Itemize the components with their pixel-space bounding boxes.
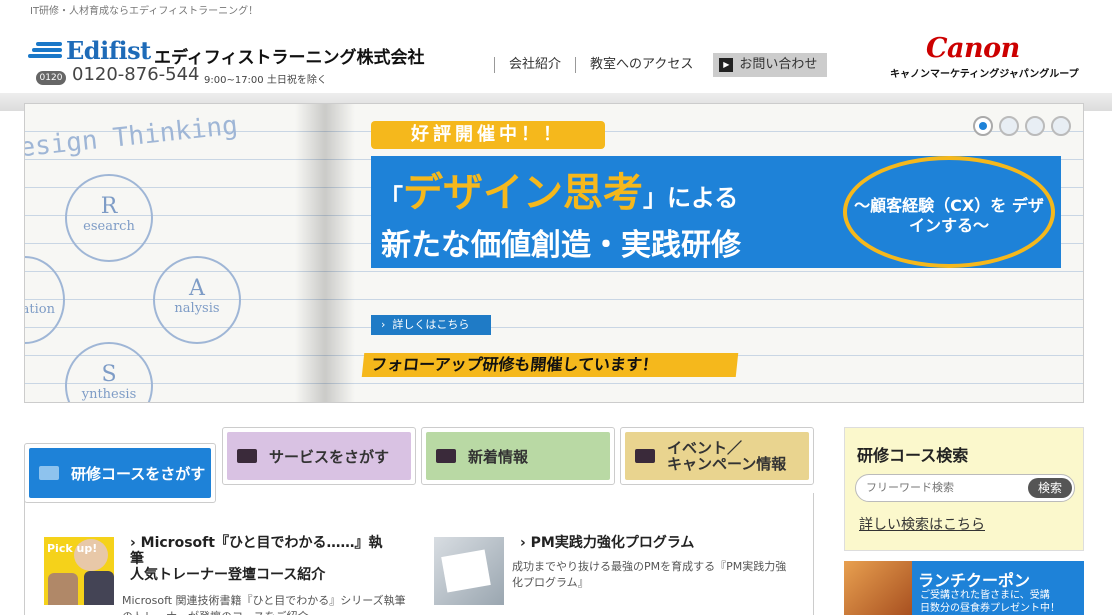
lunch-description: ご受講された皆さまに、受講 日数分の昼食券プレゼント中！ bbox=[920, 589, 1060, 615]
chevron-right-icon: ▶ bbox=[719, 58, 734, 72]
tab-events[interactable]: イベント／ キャンペーン情報 bbox=[620, 427, 814, 485]
lunch-coupon-banner[interactable]: ランチクーポン ご受講された皆さまに、受講 日数分の昼食券プレゼント中！ bbox=[844, 561, 1084, 615]
sketch-circle-letter: R bbox=[100, 194, 118, 219]
slide-dot[interactable] bbox=[1025, 116, 1045, 136]
search-input[interactable] bbox=[866, 481, 1016, 494]
nav-access[interactable]: 教室へのアクセス bbox=[575, 57, 707, 73]
sketch-circle-word: nalysis bbox=[174, 301, 220, 316]
logo-mark-icon bbox=[28, 42, 64, 60]
phone-number: 0120-876-544 bbox=[72, 64, 200, 85]
hero-headline: 「デザイン思考」による bbox=[379, 160, 738, 218]
canon-group-label: キャノンマーケティングジャパングループ bbox=[890, 69, 1079, 80]
course-search-box: 研修コース検索 検索 詳しい検索はこちら bbox=[844, 427, 1084, 551]
news-title-text: PM実践力強化プログラム bbox=[530, 535, 695, 551]
advanced-search-link[interactable]: 詳しい検索はこちら bbox=[859, 514, 985, 534]
followup-banner: フォローアップ研修も開催しています！ bbox=[361, 353, 739, 377]
sketch-circle-word: ation bbox=[24, 302, 55, 317]
lunch-title: ランチクーポン bbox=[918, 571, 1031, 590]
site-logo[interactable]: Edifist エディフィストラーニング株式会社 0120 0120-876-5… bbox=[28, 36, 428, 90]
news-title-line2: 筆 bbox=[130, 551, 144, 567]
news-description: Microsoft 関連技術書籍『ひと目でわかる』シリーズ執筆のトレーナーが登壇… bbox=[122, 594, 406, 615]
top-navigation: 会社紹介 教室へのアクセス ▶ お問い合わせ bbox=[494, 53, 828, 77]
folder-icon bbox=[635, 449, 655, 463]
sketch-circle-letter: S bbox=[101, 362, 117, 387]
tab-course-search[interactable]: 研修コースをさがす bbox=[24, 443, 216, 503]
business-hours: 9:00~17:00 土日祝を除く bbox=[204, 75, 327, 86]
logo-text-en: Edifist bbox=[66, 36, 151, 65]
lunch-desc-line1: ご受講された皆さまに、受講 bbox=[920, 590, 1050, 601]
now-open-badge: 好評開催中！！ bbox=[371, 121, 605, 149]
news-title[interactable]: › Microsoft『ひと目でわかる……』執 筆 人気トレーナー登壇コース紹介 bbox=[130, 535, 383, 583]
folder-icon bbox=[237, 449, 257, 463]
headline-open-bracket: 「 bbox=[379, 184, 403, 212]
slide-dot[interactable] bbox=[1051, 116, 1071, 136]
site-tagline: IT研修・人材育成ならエディフィストラーニング！ bbox=[30, 6, 259, 17]
sketch-circle-word: esearch bbox=[83, 219, 135, 234]
contact-label: お問い合わせ bbox=[739, 57, 818, 72]
free-dial-icon: 0120 bbox=[36, 71, 66, 85]
pm-thumbnail bbox=[434, 537, 504, 605]
news-title-line1: Microsoft『ひと目でわかる……』執 bbox=[140, 535, 383, 551]
tab-label: 研修コースをさがす bbox=[71, 464, 206, 483]
tab-news[interactable]: 新着情報 bbox=[421, 427, 615, 485]
tab-label-line2: キャンペーン情報 bbox=[667, 455, 787, 473]
folder-icon bbox=[436, 449, 456, 463]
slide-dot[interactable] bbox=[999, 116, 1019, 136]
tab-label: 新着情報 bbox=[468, 447, 529, 466]
tab-service-search[interactable]: サービスをさがす bbox=[222, 427, 416, 485]
slide-dot[interactable] bbox=[973, 116, 993, 136]
trainer-photo bbox=[84, 571, 114, 605]
news-title[interactable]: › PM実践力強化プログラム bbox=[520, 535, 694, 551]
headline-highlight: デザイン思考 bbox=[403, 170, 643, 216]
sketch-circle-analysis: A nalysis bbox=[153, 256, 241, 344]
search-button[interactable]: 検索 bbox=[1028, 478, 1072, 498]
cx-oval: ～顧客経験（CX）を デザインする～ bbox=[843, 156, 1055, 268]
trainer-photo bbox=[48, 573, 78, 605]
news-description: 成功までやり抜ける最強のPMを育成する『PM実践力強化プログラム』 bbox=[512, 560, 787, 589]
sketch-circle-research: R esearch bbox=[65, 174, 153, 262]
paper-photo bbox=[441, 549, 491, 593]
tab-label: サービスをさがす bbox=[269, 447, 390, 466]
contact-button[interactable]: ▶ お問い合わせ bbox=[713, 53, 828, 77]
canon-brand: Canon bbox=[926, 33, 1020, 64]
tab-label: イベント／ キャンペーン情報 bbox=[667, 440, 786, 472]
canon-logo[interactable]: Canon キャノンマーケティングジャパングループ bbox=[890, 33, 1080, 80]
chevron-right-icon: › bbox=[520, 535, 526, 551]
folder-icon bbox=[39, 466, 59, 480]
headline-close-bracket: 」による bbox=[643, 184, 739, 212]
nav-company[interactable]: 会社紹介 bbox=[494, 57, 575, 73]
search-title: 研修コース検索 bbox=[857, 446, 969, 465]
sketch-circle-letter: A bbox=[189, 276, 205, 301]
sketch-circle-word: ynthesis bbox=[81, 387, 137, 402]
hero-banner[interactable]: esign Thinking R esearch A nalysis S ynt… bbox=[24, 103, 1084, 403]
hero-headline-line2: 新たな価値創造・実践研修 bbox=[381, 228, 741, 263]
hero-headline-panel: 「デザイン思考」による 新たな価値創造・実践研修 ～顧客経験（CX）を デザイン… bbox=[371, 156, 1061, 268]
lunch-desc-line2: 日数分の昼食券プレゼント中！ bbox=[920, 603, 1060, 614]
slide-indicators bbox=[973, 116, 1071, 136]
search-field: 検索 bbox=[855, 474, 1075, 502]
chevron-right-icon: › bbox=[381, 318, 393, 331]
pickup-thumbnail: Pick up! bbox=[44, 537, 114, 605]
hero-more-label: 詳しくはこちら bbox=[392, 318, 470, 331]
pickup-label: Pick up! bbox=[47, 542, 98, 555]
tab-label-line1: イベント／ bbox=[667, 439, 743, 457]
news-title-line3: 人気トレーナー登壇コース紹介 bbox=[130, 567, 326, 583]
notebook-fold bbox=[295, 104, 355, 402]
content-tabs: 研修コースをさがす サービスをさがす 新着情報 イベント／ キャンペーン情報 P… bbox=[24, 427, 814, 615]
hero-more-button[interactable]: › 詳しくはこちら bbox=[371, 315, 491, 335]
chevron-right-icon: › bbox=[130, 535, 136, 551]
sandwich-image bbox=[844, 561, 912, 615]
